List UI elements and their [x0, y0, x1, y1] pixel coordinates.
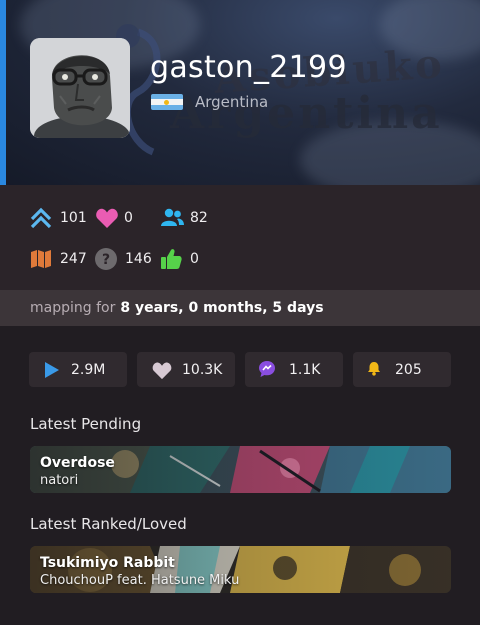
ranked-artist: ChouchouP feat. Hatsune Miku — [40, 573, 240, 588]
question-icon: ? — [95, 248, 117, 270]
comments-count: 1.1K — [289, 362, 321, 378]
avatar[interactable] — [30, 38, 130, 138]
latest-pending-card[interactable]: Overdose natori — [30, 446, 451, 493]
mapping-duration-bar: mapping for 8 years, 0 months, 5 days — [0, 290, 480, 326]
stat-ranked: 101 — [30, 206, 87, 230]
stat-ranked-value: 101 — [60, 210, 87, 226]
ranked-title: Tsukimiyo Rabbit — [40, 555, 175, 571]
play-icon — [45, 362, 59, 378]
latest-ranked-card[interactable]: Tsukimiyo Rabbit ChouchouP feat. Hatsune… — [30, 546, 451, 593]
stat-followers: 82 — [160, 206, 208, 230]
country-name: Argentina — [195, 93, 269, 111]
pending-title: Overdose — [40, 455, 115, 471]
subscribers-count: 205 — [395, 362, 422, 378]
avatar-image — [30, 38, 130, 138]
heart-icon — [96, 208, 118, 228]
mapping-duration-value: 8 years, 0 months, 5 days — [120, 300, 324, 316]
chat-bubble-icon — [259, 361, 275, 377]
profile-header: Asobiuko Argentina gaston_2199 Argentina — [0, 0, 480, 185]
accent-bar — [0, 0, 6, 185]
stat-unknown-value: 146 — [125, 251, 152, 267]
double-chevron-up-icon — [30, 207, 52, 229]
stat-followers-value: 82 — [190, 210, 208, 226]
stat-beatmaps-value: 247 — [60, 251, 87, 267]
users-icon — [161, 208, 184, 226]
bell-icon — [368, 362, 380, 376]
mapping-duration-label: mapping for — [30, 300, 116, 316]
favourites-counter[interactable]: 10.3K — [137, 352, 235, 387]
svg-text:?: ? — [102, 252, 110, 268]
plays-counter[interactable]: 2.9M — [29, 352, 127, 387]
latest-pending-heading: Latest Pending — [30, 415, 142, 433]
heart-icon — [152, 362, 172, 380]
stat-favourites-value: 0 — [124, 210, 133, 226]
subscribers-counter[interactable]: 205 — [353, 352, 451, 387]
thumbs-up-icon — [161, 249, 182, 269]
username: gaston_2199 — [150, 50, 347, 85]
plays-count: 2.9M — [71, 362, 106, 378]
stat-beatmaps: 247 — [30, 247, 87, 271]
comments-counter[interactable]: 1.1K — [245, 352, 343, 387]
map-icon — [31, 250, 51, 268]
favourites-count: 10.3K — [182, 362, 223, 378]
stat-kudosu: 0 — [160, 247, 199, 271]
stats-panel: 101 0 82 247 ? 146 0 — [0, 185, 480, 290]
stat-kudosu-value: 0 — [190, 251, 199, 267]
argentina-flag-icon — [151, 94, 183, 110]
stat-unknown: ? 146 — [95, 247, 152, 271]
latest-ranked-heading: Latest Ranked/Loved — [30, 515, 187, 533]
stat-favourites: 0 — [95, 206, 133, 230]
pending-artist: natori — [40, 473, 79, 488]
